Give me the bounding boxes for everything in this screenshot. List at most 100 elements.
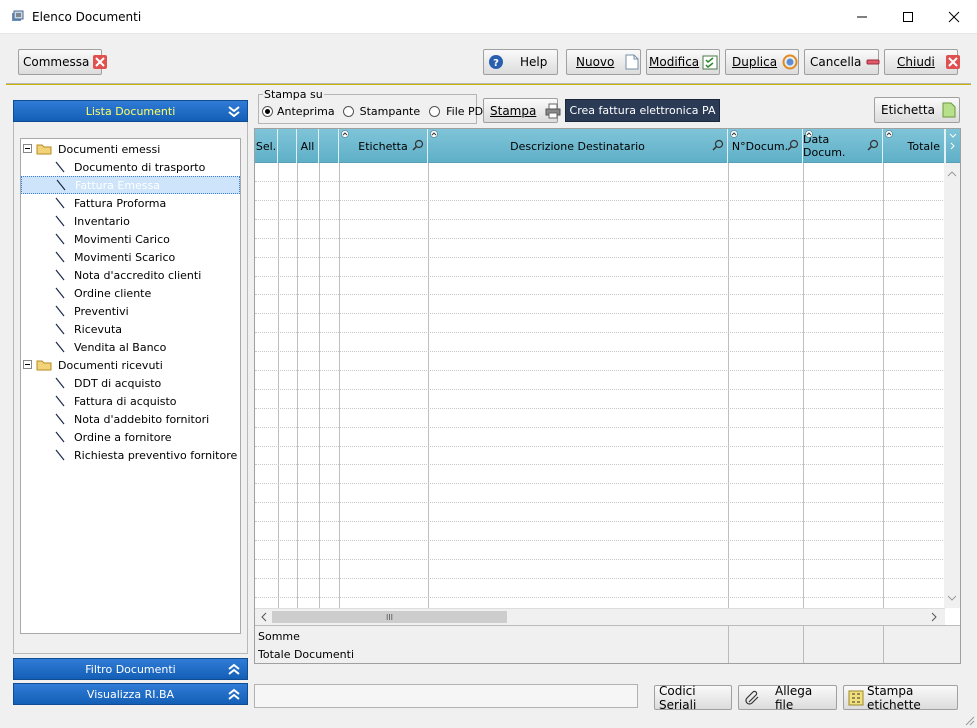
maximize-icon [903,12,913,22]
nuovo-button[interactable]: Nuovo [566,49,641,75]
document-tree[interactable]: Documenti emessi Documento di trasporto F… [20,138,241,634]
hscroll-thumb[interactable]: III [272,611,507,623]
tree-leaf[interactable]: Ordine a fornitore [21,428,240,446]
horizontal-scrollbar[interactable]: III [255,608,945,625]
document-line-icon [55,161,65,173]
tree-leaf-label: Inventario [74,214,130,228]
vertical-scrollbar[interactable] [944,163,960,608]
tree-leaf[interactable]: Ordine cliente [21,284,240,302]
tree-leaf[interactable]: Vendita al Banco [21,338,240,356]
tree-leaf[interactable]: Nota d'accredito clienti [21,266,240,284]
search-icon[interactable] [867,139,879,151]
commessa-button[interactable]: Commessa [18,49,108,75]
crea-fattura-pa-button[interactable]: Crea fattura elettronica PA [565,99,720,122]
label-icon [941,102,957,118]
cancella-label: Cancella [810,55,862,69]
tree-leaf[interactable]: Movimenti Carico [21,230,240,248]
tree-node-documenti-emessi[interactable]: Documenti emessi [23,140,160,158]
duplica-button[interactable]: Duplica [725,49,799,75]
app-icon [12,10,24,21]
resize-grip-icon[interactable] [963,714,975,726]
grid-row-divider [255,521,945,522]
tree-leaf-label: DDT di acquisto [74,376,162,390]
close-red-x-icon [945,54,961,70]
visualizza-riba-header[interactable]: Visualizza RI.BA [13,683,248,705]
sort-icon [341,130,349,138]
cancella-button[interactable]: Cancella [804,49,880,75]
scroll-right-icon[interactable] [927,609,941,625]
collapse-icon[interactable] [23,360,33,370]
etichetta-button[interactable]: Etichetta [874,97,960,123]
toolbar-divider-accent [6,84,971,85]
tree-leaf-label: Ordine cliente [74,286,152,300]
radio-anteprima[interactable] [262,106,273,117]
col-etichetta[interactable]: Etichetta [339,129,428,163]
scroll-up-icon[interactable] [944,167,960,181]
grid-row-divider [255,181,945,182]
chiudi-button[interactable]: Chiudi [884,49,961,75]
radio-stampante[interactable] [342,106,354,117]
documents-grid[interactable]: Sel. All Etichetta Descrizione Destinata… [254,128,961,664]
tree-leaf[interactable]: Ricevuta [21,320,240,338]
title-bar: Elenco Documenti [0,0,977,34]
col-sel[interactable]: Sel. [255,129,278,163]
grid-row-divider [255,351,945,352]
codici-seriali-button[interactable]: Codici Seriali [654,684,732,712]
close-window-button[interactable] [931,0,977,34]
grid-row-divider [255,597,945,598]
stampa-button[interactable]: Stampa [483,98,561,123]
totale-documenti-label: Totale Documenti [258,648,354,661]
tree-leaf[interactable]: Fattura Proforma [21,194,240,212]
label-sheet-icon [848,690,864,706]
filtro-documenti-header[interactable]: Filtro Documenti [13,658,248,680]
tree-leaf[interactable]: Fattura Emessa [21,176,240,194]
modifica-button[interactable]: Modifica [646,49,720,75]
radio-file-pdf[interactable] [429,106,441,117]
col-all[interactable]: All [297,129,319,163]
document-line-icon [55,251,65,263]
search-icon[interactable] [712,139,724,151]
grid-row-divider [255,332,945,333]
col-n-docum[interactable]: N°Docum. [728,129,803,163]
tree-leaf[interactable]: DDT di acquisto [21,374,240,392]
tree-node-documenti-ricevuti[interactable]: Documenti ricevuti [23,356,163,374]
document-line-icon [56,179,66,191]
tree-leaf[interactable]: Documento di trasporto [21,158,240,176]
bottom-input[interactable] [254,684,638,708]
radio-anteprima-label: Anteprima [277,105,335,118]
stampa-etichette-label: Stampa etichette [867,683,921,712]
tree-leaf[interactable]: Nota d'addebito fornitori [21,410,240,428]
stampa-etichette-button[interactable]: Stampa etichette [843,683,958,712]
collapse-icon[interactable] [23,144,33,154]
maximize-button[interactable] [885,0,931,34]
tree-leaf[interactable]: Fattura di acquisto [21,392,240,410]
minimize-button[interactable] [839,0,885,34]
hscroll-grip: III [385,612,394,622]
search-icon[interactable] [412,139,424,151]
tree-leaf[interactable]: Movimenti Scarico [21,248,240,266]
allega-file-label: Allega file [775,683,813,712]
col-spacer [319,129,339,163]
document-line-icon [55,431,65,443]
tree-leaf[interactable]: Richiesta preventivo fornitore [21,446,240,464]
tree-leaf-label: Fattura Proforma [74,196,167,210]
help-button[interactable]: ? Help [483,49,558,75]
allega-file-button[interactable]: Allega file [738,683,837,712]
search-icon[interactable] [787,139,799,151]
tree-leaf-label: Richiesta preventivo fornitore [74,448,238,462]
col-descrizione-destinatario[interactable]: Descrizione Destinatario [428,129,728,163]
lista-documenti-header[interactable]: Lista Documenti [13,100,248,122]
grid-row-divider [255,200,945,201]
scroll-down-icon[interactable] [944,591,960,605]
minimize-icon [857,16,867,18]
header-scroll-right[interactable] [945,129,960,163]
col-blank[interactable] [278,129,297,163]
col-data-docum[interactable]: Data Docum. [803,129,883,163]
stampa-label: Stampa [490,103,537,118]
tree-leaf[interactable]: Inventario [21,212,240,230]
tree-leaf[interactable]: Preventivi [21,302,240,320]
scroll-left-icon[interactable] [257,609,271,625]
grid-row-divider [255,578,945,579]
grid-column-divider [278,163,279,608]
col-totale[interactable]: Totale [883,129,945,163]
